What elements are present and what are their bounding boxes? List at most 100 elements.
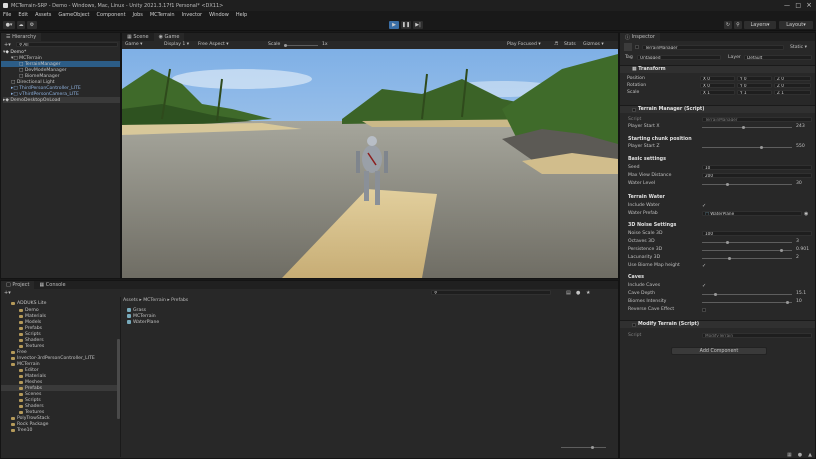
position-x-field[interactable]: X 0 <box>700 76 735 81</box>
tab-hierarchy[interactable]: ☰ Hierarchy <box>1 33 42 41</box>
object-picker-icon[interactable]: ◉ <box>804 211 808 217</box>
minimize-button[interactable]: — <box>784 2 790 9</box>
position-y-field[interactable]: Y 0 <box>737 76 772 81</box>
filter-icon[interactable]: ▤ <box>566 290 571 296</box>
mute-audio-icon[interactable]: ♬ <box>554 42 558 47</box>
cave-depth-slider[interactable] <box>702 293 792 296</box>
player-start-x-value[interactable]: 243 <box>796 124 805 129</box>
project-search-input[interactable]: ⚲ <box>431 290 551 295</box>
octaves-value[interactable]: 3 <box>796 239 799 244</box>
max-view-field[interactable]: 200 <box>702 173 812 178</box>
slider-knob[interactable] <box>780 249 783 252</box>
lacunarity-slider[interactable] <box>702 257 792 260</box>
script-field[interactable]: ModifyTerrain <box>702 333 812 338</box>
scale-slider[interactable] <box>284 44 318 47</box>
player-start-z-slider[interactable] <box>702 146 792 149</box>
hierarchy-search-input[interactable]: ⚲ All <box>16 42 118 47</box>
hierarchy-item[interactable]: ▸ ◆ DemoDesktopOnLoad <box>3 97 120 103</box>
rotation-z-field[interactable]: Z 0 <box>774 83 811 88</box>
close-button[interactable]: × <box>806 1 812 9</box>
project-create-button[interactable]: +▾ <box>4 290 11 296</box>
menu-jobs[interactable]: Jobs <box>133 12 143 18</box>
aspect-dropdown[interactable]: Free Aspect ▾ <box>198 42 229 47</box>
seed-field[interactable]: 10 <box>702 165 812 170</box>
maximize-button[interactable]: □ <box>795 2 801 9</box>
gizmos-dropdown[interactable]: Gizmos ▾ <box>583 42 604 47</box>
scale-y-field[interactable]: Y 1 <box>737 90 772 95</box>
collab-button[interactable]: ⚙ <box>27 21 37 29</box>
position-z-field[interactable]: Z 0 <box>774 76 811 81</box>
history-button[interactable]: ↻ <box>724 21 732 29</box>
game-viewport[interactable] <box>122 49 618 278</box>
rotation-x-field[interactable]: X 0 <box>700 83 735 88</box>
menu-assets[interactable]: Assets <box>35 12 51 18</box>
slider-knob[interactable] <box>726 183 729 186</box>
slider-knob[interactable] <box>728 257 731 260</box>
slider-knob[interactable] <box>742 126 745 129</box>
transform-header[interactable]: ▦ Transform <box>620 65 815 73</box>
layer-dropdown[interactable]: Default <box>744 55 812 60</box>
tab-scene[interactable]: ▦ Scene <box>122 33 154 41</box>
tab-inspector[interactable]: ⓘ Inspector <box>620 33 660 41</box>
create-button[interactable]: +▾ <box>4 42 14 48</box>
static-toggle[interactable]: Static ▾ <box>790 45 807 50</box>
tree-item[interactable]: ADDUKS Lite <box>11 300 46 306</box>
layers-dropdown[interactable]: Layers ▾ <box>744 21 776 29</box>
player-start-x-slider[interactable] <box>702 126 792 129</box>
cave-depth-value[interactable]: 15.1 <box>796 291 806 296</box>
object-name-field[interactable]: TerrainManager <box>642 45 784 50</box>
tab-project[interactable]: □ Project <box>1 281 35 289</box>
script-field[interactable]: TerrainManager <box>702 117 812 122</box>
water-level-value[interactable]: 30 <box>796 181 802 186</box>
menu-gameobject[interactable]: GameObject <box>58 12 89 18</box>
slider-knob[interactable] <box>760 146 763 149</box>
menu-file[interactable]: File <box>3 12 11 18</box>
search-button[interactable]: ⚲ <box>734 21 742 29</box>
breadcrumb-item[interactable]: Assets <box>123 298 138 303</box>
include-water-checkbox[interactable]: ✓ <box>702 203 706 209</box>
file-item[interactable]: WaterPlane <box>127 319 159 325</box>
tag-dropdown[interactable]: Untagged <box>637 55 721 60</box>
breadcrumb-item[interactable]: Prefabs <box>171 298 188 303</box>
pause-button[interactable]: ❚❚ <box>401 21 411 29</box>
stats-button[interactable]: Stats <box>564 42 576 47</box>
scale-slider-knob[interactable] <box>284 44 287 47</box>
graphics-icon[interactable]: ▦ <box>787 452 792 458</box>
rotation-y-field[interactable]: Y 0 <box>737 83 772 88</box>
favorite-icon[interactable]: ★ <box>586 290 590 296</box>
water-prefab-field[interactable]: □ WaterPlane <box>702 211 802 216</box>
biome-intensity-slider[interactable] <box>702 301 792 304</box>
play-focused-dropdown[interactable]: Play Focused ▾ <box>507 42 541 47</box>
icon-size-slider[interactable] <box>561 446 606 449</box>
biome-intensity-value[interactable]: 10 <box>796 299 802 304</box>
tree-scrollbar[interactable] <box>117 339 120 419</box>
noise-scale-field[interactable]: 100 <box>702 231 812 236</box>
label-icon[interactable]: ● <box>576 290 580 296</box>
breadcrumb-item[interactable]: MCTerrain <box>143 298 166 303</box>
display-mode-dropdown[interactable]: Game ▾ <box>125 42 142 47</box>
player-start-z-value[interactable]: 550 <box>796 144 805 149</box>
lacunarity-value[interactable]: 2 <box>796 255 799 260</box>
menu-window[interactable]: Window <box>209 12 229 18</box>
menu-component[interactable]: Component <box>97 12 126 18</box>
bug-icon[interactable]: ● <box>798 452 802 458</box>
menu-help[interactable]: Help <box>236 12 247 18</box>
slider-knob[interactable] <box>591 446 594 449</box>
menu-edit[interactable]: Edit <box>18 12 28 18</box>
water-level-slider[interactable] <box>702 183 792 186</box>
cloud-button[interactable]: ☁ <box>17 21 25 29</box>
persistence-value[interactable]: 0.901 <box>796 247 809 252</box>
octaves-slider[interactable] <box>702 241 792 244</box>
slider-knob[interactable] <box>726 241 729 244</box>
add-component-button[interactable]: Add Component <box>671 347 767 355</box>
tab-console[interactable]: ▦ Console <box>34 281 70 289</box>
modify-terrain-header[interactable]: Modify Terrain (Script) <box>620 320 815 328</box>
account-button[interactable]: ●▾ <box>3 21 15 29</box>
tab-game[interactable]: ◉ Game <box>153 33 185 41</box>
reverse-cave-checkbox[interactable] <box>702 308 706 312</box>
tree-item[interactable]: Tree10 <box>11 427 32 433</box>
slider-knob[interactable] <box>714 293 717 296</box>
menu-mcterrain[interactable]: MCTerrain <box>150 12 175 18</box>
play-button[interactable]: ▶ <box>389 21 399 29</box>
scale-z-field[interactable]: Z 1 <box>774 90 811 95</box>
